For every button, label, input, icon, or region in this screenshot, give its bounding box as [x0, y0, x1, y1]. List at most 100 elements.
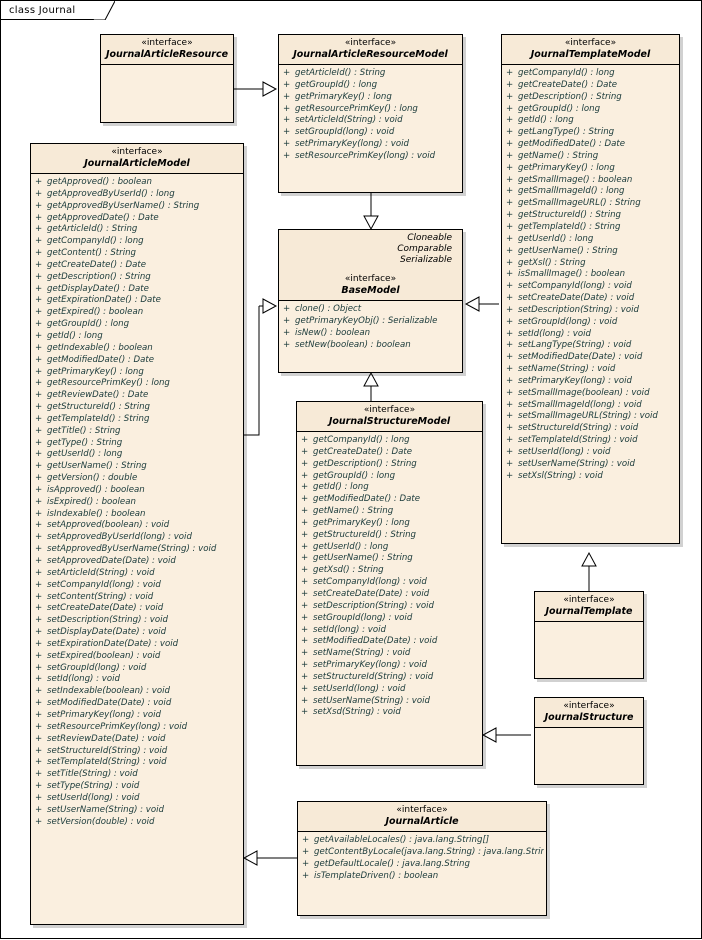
- member-visibility: +: [35, 413, 43, 424]
- member-visibility: +: [301, 577, 309, 588]
- connector-structure-to-structuremodel: [481, 727, 531, 743]
- tag-serializable: Serializable: [400, 255, 452, 265]
- member-signature: setTitle(String) : void: [47, 769, 138, 780]
- member-signature: setUserId(long) : void: [47, 792, 140, 803]
- member-visibility: +: [506, 447, 514, 457]
- member-signature: getCreateDate() : Date: [518, 79, 618, 90]
- member-visibility: +: [506, 470, 514, 481]
- class-member-row: + getName() : String: [301, 506, 480, 518]
- class-member-row: + getCreateDate() : Date: [35, 260, 241, 272]
- class-member-row: + getArticleId() : String: [283, 68, 460, 80]
- member-visibility: +: [506, 340, 514, 351]
- class-member-row: + setStructureId(String) : void: [506, 423, 677, 435]
- member-visibility: +: [506, 423, 514, 434]
- member-signature: isExpired() : boolean: [47, 496, 136, 507]
- class-box-journal-template[interactable]: «interface» JournalTemplate: [534, 591, 644, 679]
- member-signature: getApprovedByUserId() : long: [47, 188, 175, 199]
- class-member-row: + getDescription() : String: [301, 459, 480, 471]
- class-member-row: + getTitle() : String: [35, 426, 241, 438]
- class-member-row: + setDescription(String) : void: [506, 305, 677, 317]
- stereotype-label: «interface»: [363, 405, 416, 415]
- member-signature: setResourcePrimKey(long) : void: [47, 721, 188, 732]
- class-member-row: + setSmallImageURL(String) : void: [506, 411, 677, 423]
- member-visibility: +: [35, 259, 43, 270]
- class-member-row: + getXsd() : String: [301, 565, 480, 577]
- class-box-journal-article[interactable]: «interface» JournalArticle + getAvailable…: [297, 801, 547, 916]
- class-header: «interface» JournalTemplateModel: [502, 35, 679, 65]
- member-visibility: +: [301, 636, 309, 647]
- member-signature: getApproved() : boolean: [47, 177, 152, 187]
- class-member-row: + getGroupId() : long: [506, 104, 677, 116]
- stereotype-label: «interface»: [344, 274, 397, 284]
- member-signature: getStructureId() : String: [518, 210, 621, 221]
- member-visibility: +: [506, 293, 514, 304]
- member-signature: setSmallImageURL(String) : void: [518, 411, 658, 422]
- class-member-row: + getPrimaryKey() : long: [506, 163, 677, 175]
- class-box-journal-article-resource[interactable]: «interface» JournalArticleResource: [100, 34, 234, 123]
- member-signature: isTemplateDriven() : boolean: [314, 870, 439, 881]
- class-member-row: + getCompanyId() : long: [506, 68, 677, 80]
- member-signature: getTemplateId() : String: [47, 413, 150, 424]
- class-box-journal-structure[interactable]: «interface» JournalStructure: [534, 697, 644, 785]
- member-visibility: +: [35, 567, 43, 578]
- connector-structuremodel-to-basemodel: [363, 371, 379, 401]
- class-member-row: + getCreateDate() : Date: [506, 80, 677, 92]
- member-signature: getApprovedByUserName() : String: [47, 200, 200, 211]
- member-signature: getType() : String: [47, 437, 123, 448]
- class-member-row: + getName() : String: [506, 151, 677, 163]
- class-box-journal-structure-model[interactable]: «interface» JournalStructureModel + getCo…: [296, 401, 483, 766]
- class-box-base-model[interactable]: Cloneable Comparable Serializable «inter…: [278, 229, 463, 373]
- class-member-row: + setUserId(long) : void: [35, 793, 241, 805]
- member-visibility: +: [35, 556, 43, 566]
- member-signature: setGroupId(long) : void: [47, 662, 147, 673]
- class-member-row: + getModifiedDate() : Date: [35, 355, 241, 367]
- member-visibility: +: [283, 139, 291, 150]
- member-signature: getExpirationDate() : Date: [47, 295, 161, 306]
- frame-tab: class Journal: [1, 1, 105, 20]
- class-member-row: + setExpired(boolean) : void: [35, 651, 241, 663]
- member-visibility: +: [35, 248, 43, 259]
- member-signature: getPrimaryKeyObj() : Serializable: [295, 315, 438, 326]
- member-visibility: +: [301, 541, 309, 552]
- member-visibility: +: [301, 660, 309, 671]
- member-signature: getTitle() : String: [47, 425, 121, 436]
- class-member-row: + getContent() : String: [35, 248, 241, 260]
- class-member-row: + setDescription(String) : void: [35, 615, 241, 627]
- stereotype-label: «interface»: [564, 38, 617, 48]
- class-box-journal-article-resource-model[interactable]: «interface» JournalArticleResourceModel …: [278, 34, 463, 193]
- class-box-journal-article-model[interactable]: «interface» JournalArticleModel + getAppr…: [30, 143, 244, 925]
- class-member-row: + getSmallImageURL() : String: [506, 198, 677, 210]
- class-member-row: + setExpirationDate(Date) : void: [35, 639, 241, 651]
- class-member-row: + setPrimaryKey(long) : void: [506, 376, 677, 388]
- member-visibility: +: [301, 683, 309, 694]
- member-signature: setCompanyId(long) : void: [518, 281, 632, 292]
- class-header: «interface» JournalStructure: [535, 698, 643, 728]
- class-member-row: + getDisplayDate() : Date: [35, 284, 241, 296]
- class-member-row: + setId(long) : void: [506, 329, 677, 341]
- member-visibility: +: [35, 295, 43, 306]
- member-signature: getName() : String: [518, 150, 599, 161]
- member-signature: getSmallImageURL() : String: [518, 198, 641, 209]
- member-visibility: +: [301, 707, 309, 718]
- member-visibility: +: [506, 68, 514, 78]
- member-visibility: +: [506, 79, 514, 90]
- member-visibility: +: [35, 769, 43, 780]
- member-signature: getCreateDate() : Date: [313, 446, 413, 457]
- class-member-row: + getReviewDate() : Date: [35, 390, 241, 402]
- class-member-row: + setSmallImageId(long) : void: [506, 400, 677, 412]
- class-member-row: + setSmallImage(boolean) : void: [506, 388, 677, 400]
- member-signature: setCreateDate(Date) : void: [518, 293, 635, 304]
- member-visibility: +: [506, 186, 514, 197]
- class-box-journal-template-model[interactable]: «interface» JournalTemplateModel + getCom…: [501, 34, 680, 544]
- class-member-row: + setGroupId(long) : void: [301, 613, 480, 625]
- class-member-row: + getPrimaryKey() : long: [301, 518, 480, 530]
- member-visibility: +: [35, 544, 43, 555]
- class-member-row: + setStructureId(String) : void: [35, 746, 241, 758]
- class-member-row: + getResourcePrimKey() : long: [283, 104, 460, 116]
- member-visibility: +: [301, 648, 309, 659]
- member-signature: getExpired() : boolean: [47, 307, 144, 318]
- class-member-row: + setStructureId(String) : void: [301, 672, 480, 684]
- class-member-row: + setName(String) : void: [506, 364, 677, 376]
- member-signature: getPrimaryKey() : long: [47, 366, 144, 377]
- member-signature: getModifiedDate() : Date: [518, 139, 626, 150]
